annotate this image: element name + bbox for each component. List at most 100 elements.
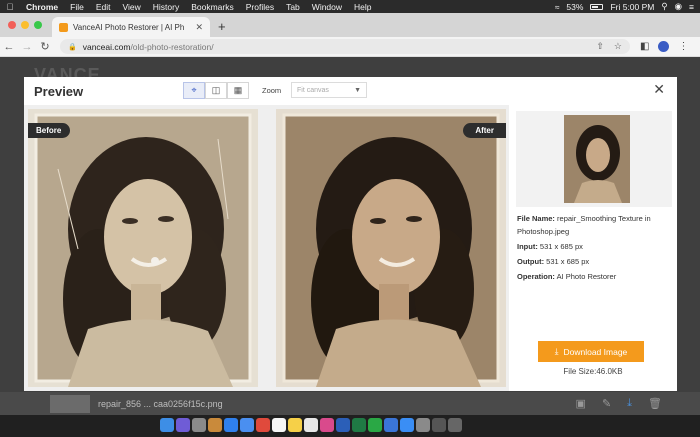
chrome-menu-icon[interactable]: ⋮ — [678, 41, 688, 52]
download-arrow-icon: ⤓ — [554, 346, 559, 356]
operation-label: Operation: — [517, 272, 555, 281]
zoom-select-placeholder: Fit canvas — [297, 86, 329, 94]
comparison-area: Before After — [24, 105, 509, 391]
before-image[interactable]: Before — [28, 109, 258, 387]
trash-icon[interactable]: 🗑 — [648, 397, 662, 410]
output-label: Output: — [517, 257, 545, 266]
sidebar-toggle-icon[interactable]: ◧ — [640, 41, 649, 52]
file-thumbnail[interactable] — [50, 394, 90, 413]
maps-icon[interactable] — [240, 418, 254, 432]
before-label: Before — [28, 123, 71, 138]
tab-title: VanceAI Photo Restorer | AI Ph — [73, 22, 185, 32]
new-tab-button[interactable]: + — [210, 19, 234, 37]
browser-tab[interactable]: VanceAI Photo Restorer | AI Ph ✕ — [52, 17, 210, 37]
menu-view[interactable]: View — [116, 2, 146, 12]
before-portrait-icon — [28, 109, 258, 387]
file-list-bar: repair_856 ... caa0256f15c.png ▣ ✎ ⤓ 🗑 — [0, 392, 700, 415]
siri-icon[interactable] — [176, 418, 190, 432]
thumbnail-portrait-icon — [564, 115, 630, 203]
menu-file[interactable]: File — [64, 2, 90, 12]
address-bar[interactable]: 🔒 vanceai.com /old-photo-restoration/ ⇧ … — [60, 39, 630, 54]
wifi-icon[interactable]: ≈ — [555, 2, 560, 12]
status-area: ≈ 53% Fri 5:00 PM ⚲ ◉ ≡ — [555, 1, 700, 12]
launchpad-icon[interactable] — [192, 418, 206, 432]
profile-avatar[interactable] — [658, 41, 670, 52]
menu-tab[interactable]: Tab — [280, 2, 306, 12]
menu-edit[interactable]: Edit — [90, 2, 117, 12]
zoom-select[interactable]: Fit canvas ▼ — [291, 82, 367, 98]
wechat-icon[interactable] — [368, 418, 382, 432]
after-image[interactable]: After — [276, 109, 506, 387]
download-image-button[interactable]: ⤓ Download Image — [538, 341, 644, 362]
menu-bookmarks[interactable]: Bookmarks — [185, 2, 240, 12]
url-path: /old-photo-restoration/ — [130, 41, 214, 52]
textedit-icon[interactable] — [304, 418, 318, 432]
finder-icon[interactable] — [160, 418, 174, 432]
search-icon[interactable]: ⚲ — [661, 1, 667, 12]
vanceai-favicon-icon — [59, 22, 68, 32]
download-button-label: Download Image — [563, 346, 628, 357]
file-size: File Size:46.0KB — [563, 367, 623, 376]
apple-menu-icon[interactable]:  — [0, 2, 20, 12]
battery-icon[interactable] — [590, 3, 604, 10]
after-portrait-icon — [276, 109, 506, 387]
notes-app-icon[interactable] — [208, 418, 222, 432]
window-controls — [0, 21, 52, 37]
browser-toolbar: ← → ↻ 🔒 vanceai.com /old-photo-restorati… — [0, 37, 700, 57]
zoom-label: Zoom — [262, 86, 282, 95]
app-store-icon[interactable] — [400, 418, 414, 432]
zoom-window-icon[interactable] — [34, 21, 42, 29]
share-icon[interactable]: ⇧ — [596, 41, 604, 52]
file-info: File Name: repair_Smoothing Texture in P… — [517, 212, 673, 283]
file-name-label: File Name: — [517, 214, 555, 223]
safari-icon[interactable] — [224, 418, 238, 432]
close-tab-icon[interactable]: ✕ — [195, 22, 203, 33]
preview-app-icon[interactable] — [432, 418, 446, 432]
messages-icon[interactable] — [384, 418, 398, 432]
output-row: Output: 531 x 685 px — [517, 255, 673, 268]
battery-percent[interactable]: 53% — [566, 2, 583, 12]
chrome-icon[interactable] — [256, 418, 270, 432]
forward-arrow-icon[interactable]: → — [18, 41, 36, 53]
view-split-button[interactable]: ▦ — [227, 82, 249, 99]
close-window-icon[interactable] — [8, 21, 16, 29]
bookmark-star-icon[interactable]: ☆ — [614, 41, 622, 52]
output-value: 531 x 685 px — [546, 257, 590, 266]
calendar-icon[interactable] — [272, 418, 286, 432]
file-name-row: File Name: repair_Smoothing Texture in P… — [517, 212, 673, 238]
menu-app-name[interactable]: Chrome — [20, 2, 64, 12]
menu-history[interactable]: History — [147, 2, 185, 12]
menu-window[interactable]: Window — [306, 2, 348, 12]
system-preferences-icon[interactable] — [416, 418, 430, 432]
chevron-down-icon: ▼ — [354, 86, 361, 94]
download-icon[interactable]: ⤓ — [627, 397, 632, 410]
info-panel: File Name: repair_Smoothing Texture in P… — [509, 105, 677, 391]
lock-icon[interactable]: 🔒 — [68, 43, 77, 51]
macos-menubar:  Chrome File Edit View History Bookmark… — [0, 0, 700, 13]
back-arrow-icon[interactable]: ← — [0, 41, 18, 53]
control-center-icon[interactable]: ◉ — [675, 1, 682, 12]
excel-icon[interactable] — [352, 418, 366, 432]
trash-dock-icon[interactable] — [448, 418, 462, 432]
compare-icon[interactable]: ▣ — [576, 397, 586, 410]
edit-icon[interactable]: ✎ — [602, 397, 611, 410]
clock[interactable]: Fri 5:00 PM — [610, 2, 654, 12]
word-icon[interactable] — [336, 418, 350, 432]
stickies-icon[interactable] — [288, 418, 302, 432]
reload-icon[interactable]: ↻ — [36, 40, 54, 53]
menu-help[interactable]: Help — [348, 2, 377, 12]
close-icon[interactable]: ✕ — [653, 81, 665, 98]
preview-modal: Preview ⌖ ◫ ▦ Zoom Fit canvas ▼ ✕ Before… — [24, 77, 677, 391]
operation-row: Operation: AI Photo Restorer — [517, 270, 673, 283]
menu-extra-icon[interactable]: ≡ — [689, 2, 694, 12]
modal-title: Preview — [34, 84, 84, 99]
menu-profiles[interactable]: Profiles — [240, 2, 280, 12]
view-side-by-side-button[interactable]: ◫ — [205, 82, 227, 99]
photos-icon[interactable] — [320, 418, 334, 432]
macos-dock — [0, 415, 700, 437]
minimize-window-icon[interactable] — [21, 21, 29, 29]
tab-strip: VanceAI Photo Restorer | AI Ph ✕ + — [0, 13, 700, 37]
view-fullscreen-button[interactable]: ⌖ — [183, 82, 205, 99]
input-value: 531 x 685 px — [539, 242, 583, 251]
dock-icons — [160, 418, 462, 432]
